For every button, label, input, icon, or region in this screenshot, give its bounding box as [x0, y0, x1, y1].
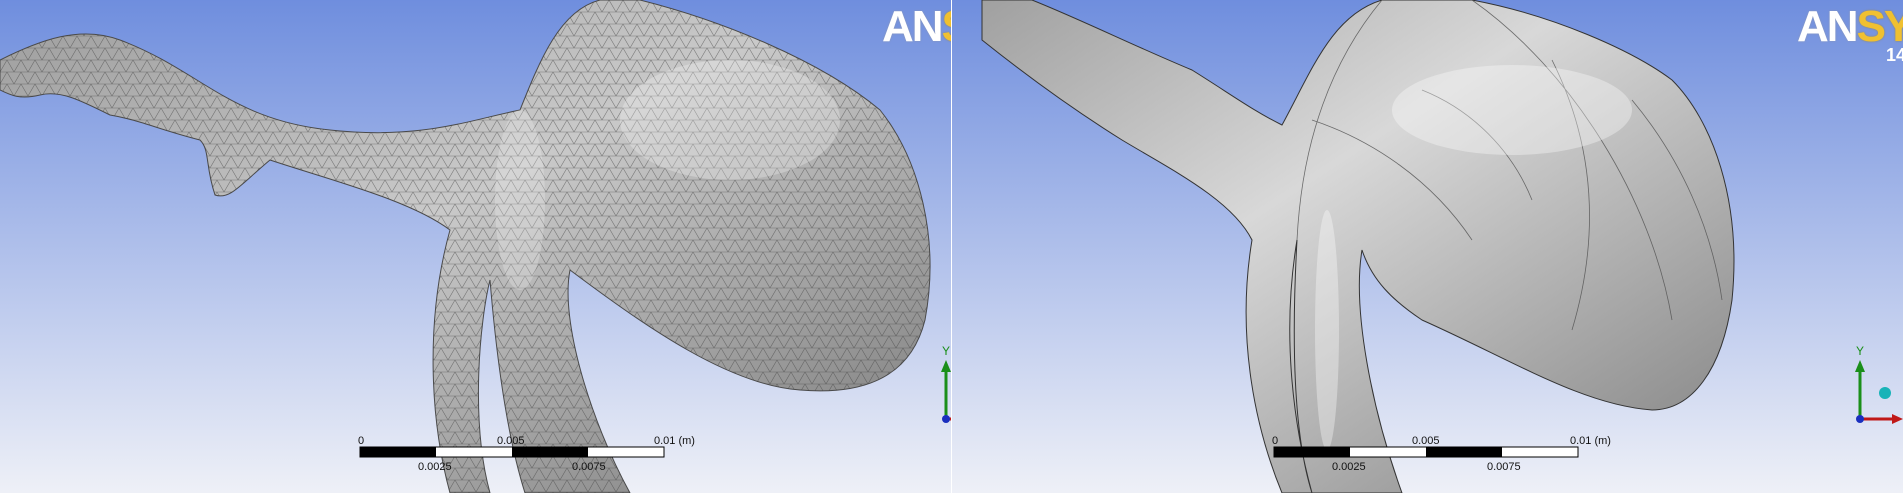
- ansys-logo: ANSY: [882, 2, 951, 51]
- geometry-viewport[interactable]: ANSY 14 0 0.005 0.01 (m) 0.0025 0.0075 Y: [952, 0, 1903, 493]
- mesh-graphics: [0, 0, 951, 493]
- geometry-graphics: [952, 0, 1903, 493]
- ansys-screenshot: ANSY 14 0 0.005 0.01 (m) 0.0025 0.0075 Y: [0, 0, 1903, 493]
- ansys-version: 14: [1886, 45, 1903, 65]
- mesh-viewport[interactable]: ANSY 14 0 0.005 0.01 (m) 0.0025 0.0075 Y: [0, 0, 951, 493]
- viewport-divider: [951, 0, 952, 493]
